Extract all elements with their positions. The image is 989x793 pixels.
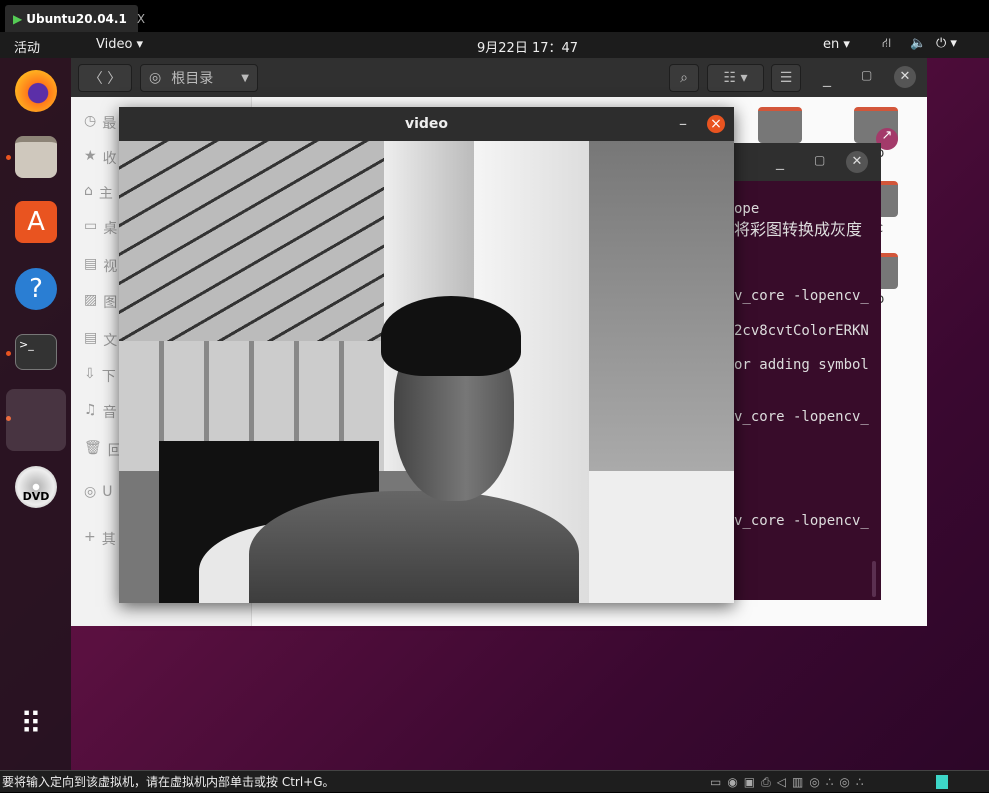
disc-icon: ◎ [84,484,97,500]
network-icon[interactable]: ⛙ [882,36,891,53]
sidebar-item[interactable]: ⌂ 主 [84,183,113,203]
terminal-line: or adding symbol [734,357,869,373]
sidebar-item[interactable]: ▤ 文 [84,330,117,350]
volume-icon[interactable]: 🔈 [910,36,926,51]
terminal-line: ope [734,201,760,217]
music-icon: ♫ [84,402,97,418]
back-forward-buttons[interactable]: 〈 〉 [78,64,132,92]
sidebar-item[interactable]: ♫ 音 [84,402,117,422]
maximize-button[interactable]: ▢ [814,153,825,167]
terminal-line: v_core -lopencv_ [734,409,869,425]
sidebar-item-label: 音 [102,405,117,421]
sidebar-item[interactable]: ▨ 图 [84,292,117,312]
minimize-button[interactable]: – [679,114,687,133]
view-list-button[interactable]: ☷ ▾ [707,64,764,92]
disk-icon: ◎ [149,70,162,86]
sidebar-item[interactable]: ★ 收 [84,148,117,168]
dock: A ? >_ DVD ⠿ [0,58,71,770]
firefox-icon[interactable] [15,70,57,112]
home-icon: ⌂ [84,183,93,199]
person-shirt [249,491,579,603]
sidebar-item-label: 下 [101,369,116,385]
sidebar-item[interactable]: ◎ U [84,484,112,500]
app-store-icon[interactable]: A [15,201,57,243]
terminal-header: _ ▢ ✕ [734,143,881,181]
terminal-icon[interactable]: >_ [15,334,57,370]
terminal-line: 2cv8cvtColorERKN [734,323,869,339]
close-button[interactable]: ✕ [894,66,916,88]
vm-tab-title: Ubuntu20.04.1 [26,11,127,26]
sidebar-item-label: 其 [101,532,116,548]
star-icon: ★ [84,148,97,164]
desktop-icon: ▭ [84,218,98,234]
sidebar-item-label: 最 [102,116,117,132]
sidebar-item[interactable]: ⇩ 下 [84,366,116,386]
device-icons[interactable]: ▭◉▣⎙◁▥◎∴◎∴ [710,771,870,793]
trash-icon: 🗑 [84,440,102,456]
language-indicator[interactable]: en ▾ [823,37,850,52]
close-button[interactable]: ✕ [846,151,868,173]
clock-icon: ◷ [84,113,97,129]
sidebar-item[interactable]: ▤ 视 [84,256,117,276]
help-icon[interactable]: ? [15,268,57,310]
file-manager-header: 〈 〉 ◎ 根目录 ▼ ⌕ ☷ ▾ ☰ _ ▢ ✕ [71,58,927,97]
sidebar-item-label: 收 [102,151,117,167]
terminal-window: _ ▢ ✕ ope 将彩图转换成灰度 v_core -lopencv_ 2cv8… [734,143,881,600]
sidebar-item-label: 视 [103,259,118,275]
scrollbar[interactable] [872,561,876,597]
minimize-button[interactable]: _ [823,68,831,87]
sidebar-item-label: U [102,484,113,500]
download-icon: ⇩ [84,366,96,382]
close-button[interactable]: × [707,115,725,133]
terminal-line: v_core -lopencv_ [734,288,869,304]
window-blind [589,141,734,471]
folder-icon[interactable] [758,107,802,143]
power-menu[interactable]: ⏻ ▾ [936,36,957,51]
vm-icon: ▶ [13,11,23,26]
ubuntu-top-bar: 活动 Video ▾ 9月22日 17：47 en ▾ ⛙ 🔈 ⏻ ▾ [0,32,989,58]
menu-button[interactable]: ☰ [771,64,801,92]
sidebar-item-label: 文 [103,333,118,349]
sidebar-item-label: 主 [98,186,113,202]
terminal-line: 将彩图转换成灰度 [734,220,863,239]
activities-button[interactable]: 活动 [14,37,40,56]
video-app-icon[interactable] [6,389,66,451]
notes-icon[interactable] [936,775,948,789]
maximize-button[interactable]: ▢ [861,68,872,82]
picture-icon: ▨ [84,292,98,308]
window-light [589,471,734,603]
sidebar-item-label: 图 [103,295,118,311]
video-window: video – × [119,107,734,603]
sidebar-item[interactable]: + 其 [84,529,116,549]
vm-tab[interactable]: ▶ Ubuntu20.04.1 X [5,5,145,32]
vm-tab-bar [0,0,989,32]
terminal-line: v_core -lopencv_ [734,513,869,529]
minimize-button[interactable]: _ [776,151,784,170]
app-menu[interactable]: Video ▾ [96,37,143,52]
show-apps-icon[interactable]: ⠿ [20,710,42,740]
ceiling [119,141,389,371]
plus-icon: + [84,529,96,545]
sidebar-item[interactable]: 🗑 回 [84,440,122,460]
sidebar-item[interactable]: ◷ 最 [84,113,116,133]
sidebar-item[interactable]: ▭ 桌 [84,218,117,238]
video-icon: ▤ [84,256,98,272]
dvd-icon[interactable]: DVD [15,466,57,508]
sidebar-item-label: 桌 [103,221,118,237]
video-title-bar: video [119,107,734,141]
vm-status-bar: 要将输入定向到该虚拟机，请在虚拟机内部单击或按 Ctrl+G。 ▭◉▣⎙◁▥◎∴… [0,770,989,792]
clock[interactable]: 9月22日 17：47 [477,37,578,56]
search-button[interactable]: ⌕ [669,64,699,92]
person-hair [381,296,521,376]
location-label: 根目录 [171,71,214,87]
document-icon: ▤ [84,330,98,346]
files-icon[interactable] [15,136,57,178]
vm-tab-close-button[interactable]: X [137,12,145,26]
status-message: 要将输入定向到该虚拟机，请在虚拟机内部单击或按 Ctrl+G。 [2,775,335,789]
video-frame [119,141,734,603]
video-title: video [404,116,449,132]
location-button[interactable]: ◎ 根目录 ▼ [140,64,258,92]
